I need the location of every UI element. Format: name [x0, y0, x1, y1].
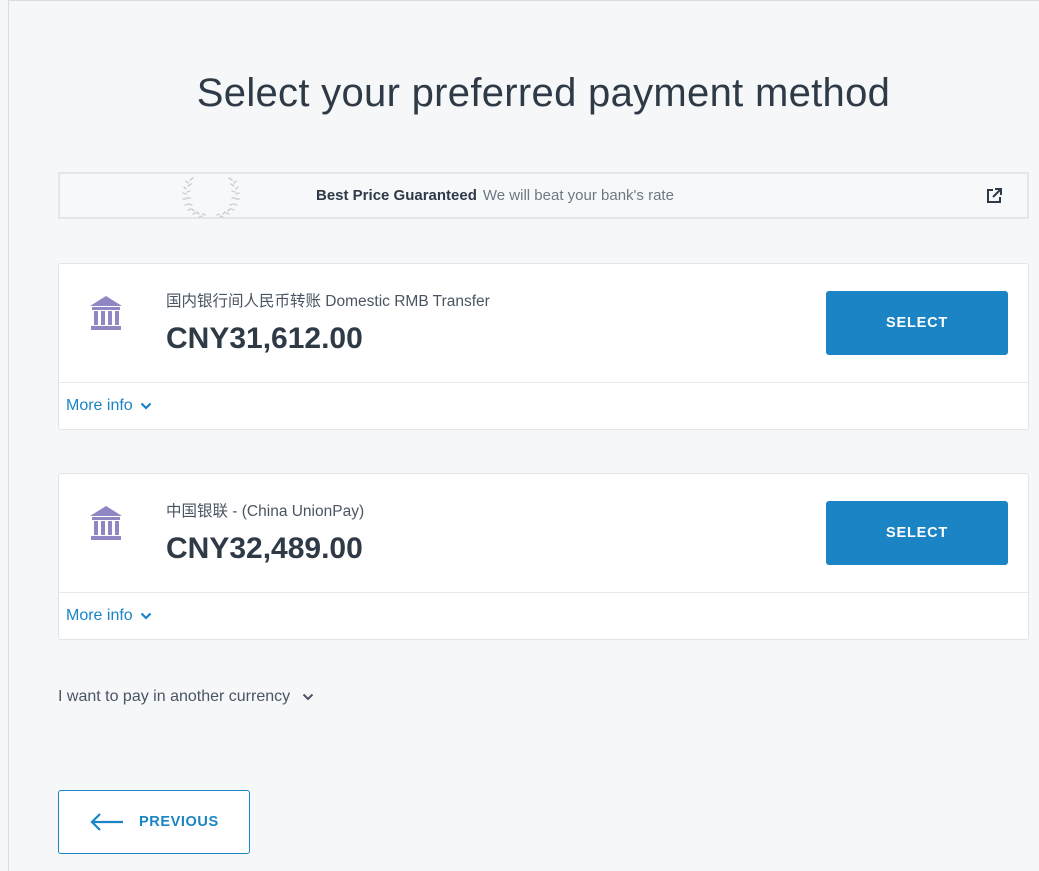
method-amount: CNY31,612.00 [166, 322, 363, 355]
more-info-toggle[interactable]: More info [66, 397, 152, 415]
more-info-toggle[interactable]: More info [66, 607, 152, 625]
chevron-down-icon [302, 693, 314, 701]
best-price-banner: Best Price Guaranteed We will beat your b… [58, 172, 1029, 219]
external-link-icon[interactable] [985, 187, 1003, 205]
previous-label: PREVIOUS [139, 814, 219, 830]
more-info-label: More info [66, 397, 133, 414]
chevron-down-icon [140, 612, 151, 620]
payment-method-card-unionpay: 中国银联 - (China UnionPay) CNY32,489.00 SEL… [58, 473, 1029, 640]
previous-button[interactable]: PREVIOUS [58, 790, 250, 854]
method-amount: CNY32,489.00 [166, 532, 363, 565]
select-button-unionpay[interactable]: SELECT [826, 501, 1008, 565]
chevron-down-icon [140, 402, 151, 410]
method-name: 中国银联 - (China UnionPay) [166, 503, 365, 520]
method-name: 国内银行间人民币转账 Domestic RMB Transfer [166, 293, 490, 310]
other-currency-label: I want to pay in another currency [58, 688, 291, 705]
card-divider [59, 592, 1028, 593]
banner-subtitle: We will beat your bank's rate [482, 187, 674, 204]
card-divider [59, 382, 1028, 383]
bank-icon [90, 506, 122, 540]
more-info-label: More info [66, 607, 133, 624]
banner-title: Best Price Guaranteed [316, 187, 477, 204]
arrow-left-icon [90, 813, 123, 831]
other-currency-toggle[interactable]: I want to pay in another currency [58, 688, 314, 706]
select-button-domestic-rmb[interactable]: SELECT [826, 291, 1008, 355]
content-frame [8, 0, 1039, 871]
banner-text: Best Price Guaranteed We will beat your b… [316, 187, 674, 204]
laurel-wreath-icon [182, 177, 240, 218]
bank-icon [90, 296, 122, 330]
page-title: Select your preferred payment method [196, 70, 891, 115]
payment-method-card-domestic-rmb: 国内银行间人民币转账 Domestic RMB Transfer CNY31,6… [58, 263, 1029, 430]
